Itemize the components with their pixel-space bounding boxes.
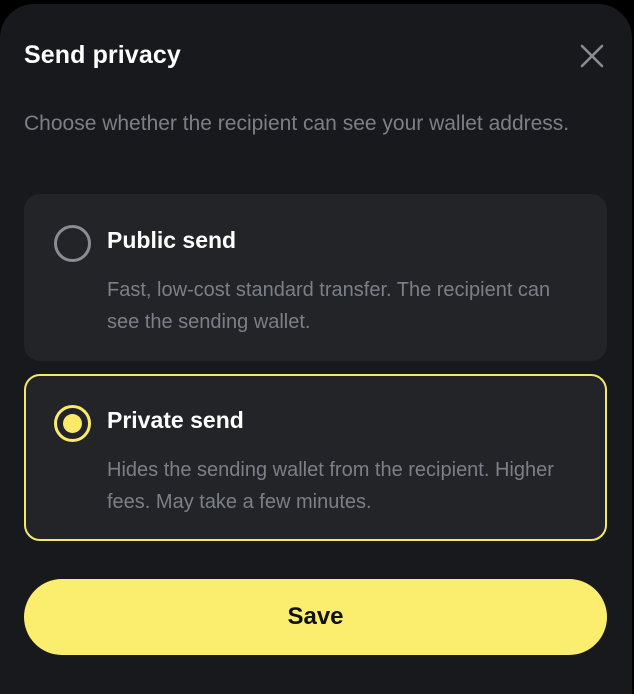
sheet-title: Send privacy [24,41,181,69]
radio-selected-icon[interactable] [54,405,91,442]
sheet-subtitle: Choose whether the recipient can see you… [24,112,570,135]
radio-dot [63,414,82,433]
option-description: Fast, low-cost standard transfer. The re… [107,279,551,333]
send-privacy-sheet: Send privacy Choose whether the recipien… [0,4,632,694]
save-button[interactable]: Save [24,579,607,655]
close-icon [580,44,604,68]
radio-unselected-icon[interactable] [54,225,91,262]
close-button[interactable] [574,38,610,74]
option-title: Private send [107,407,244,433]
option-title: Public send [107,227,237,253]
option-public-send[interactable]: Public send Fast, low-cost standard tran… [24,194,607,361]
option-private-send[interactable]: Private send Hides the sending wallet fr… [24,374,607,541]
option-description: Hides the sending wallet from the recipi… [107,459,554,513]
